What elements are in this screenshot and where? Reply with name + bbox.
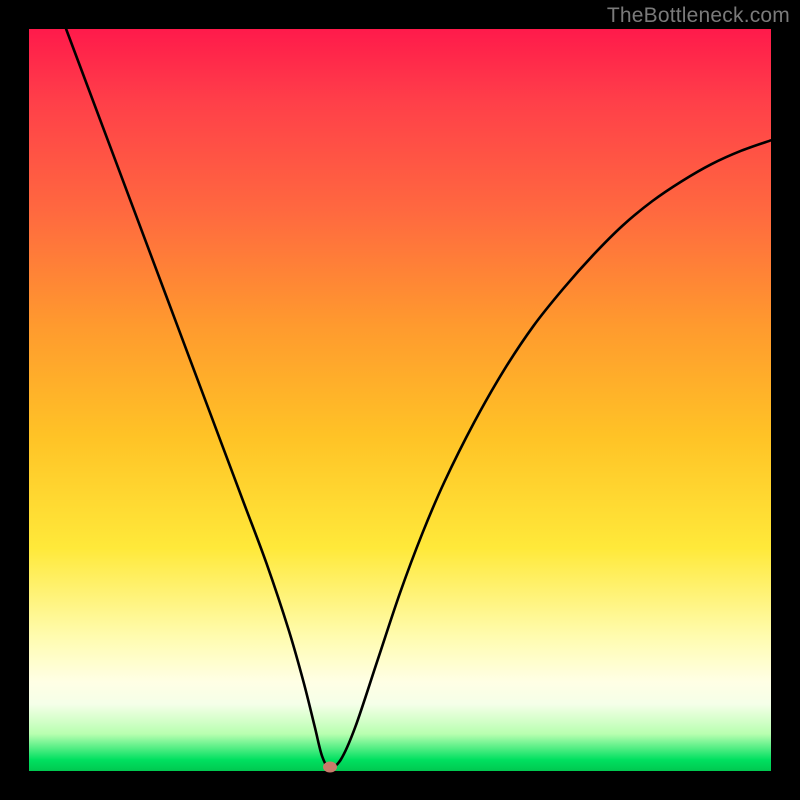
chart-frame: TheBottleneck.com [0,0,800,800]
watermark-text: TheBottleneck.com [607,4,790,28]
bottleneck-curve [66,29,771,767]
curve-svg [29,29,771,771]
plot-area [29,29,771,771]
minimum-marker [323,762,337,773]
